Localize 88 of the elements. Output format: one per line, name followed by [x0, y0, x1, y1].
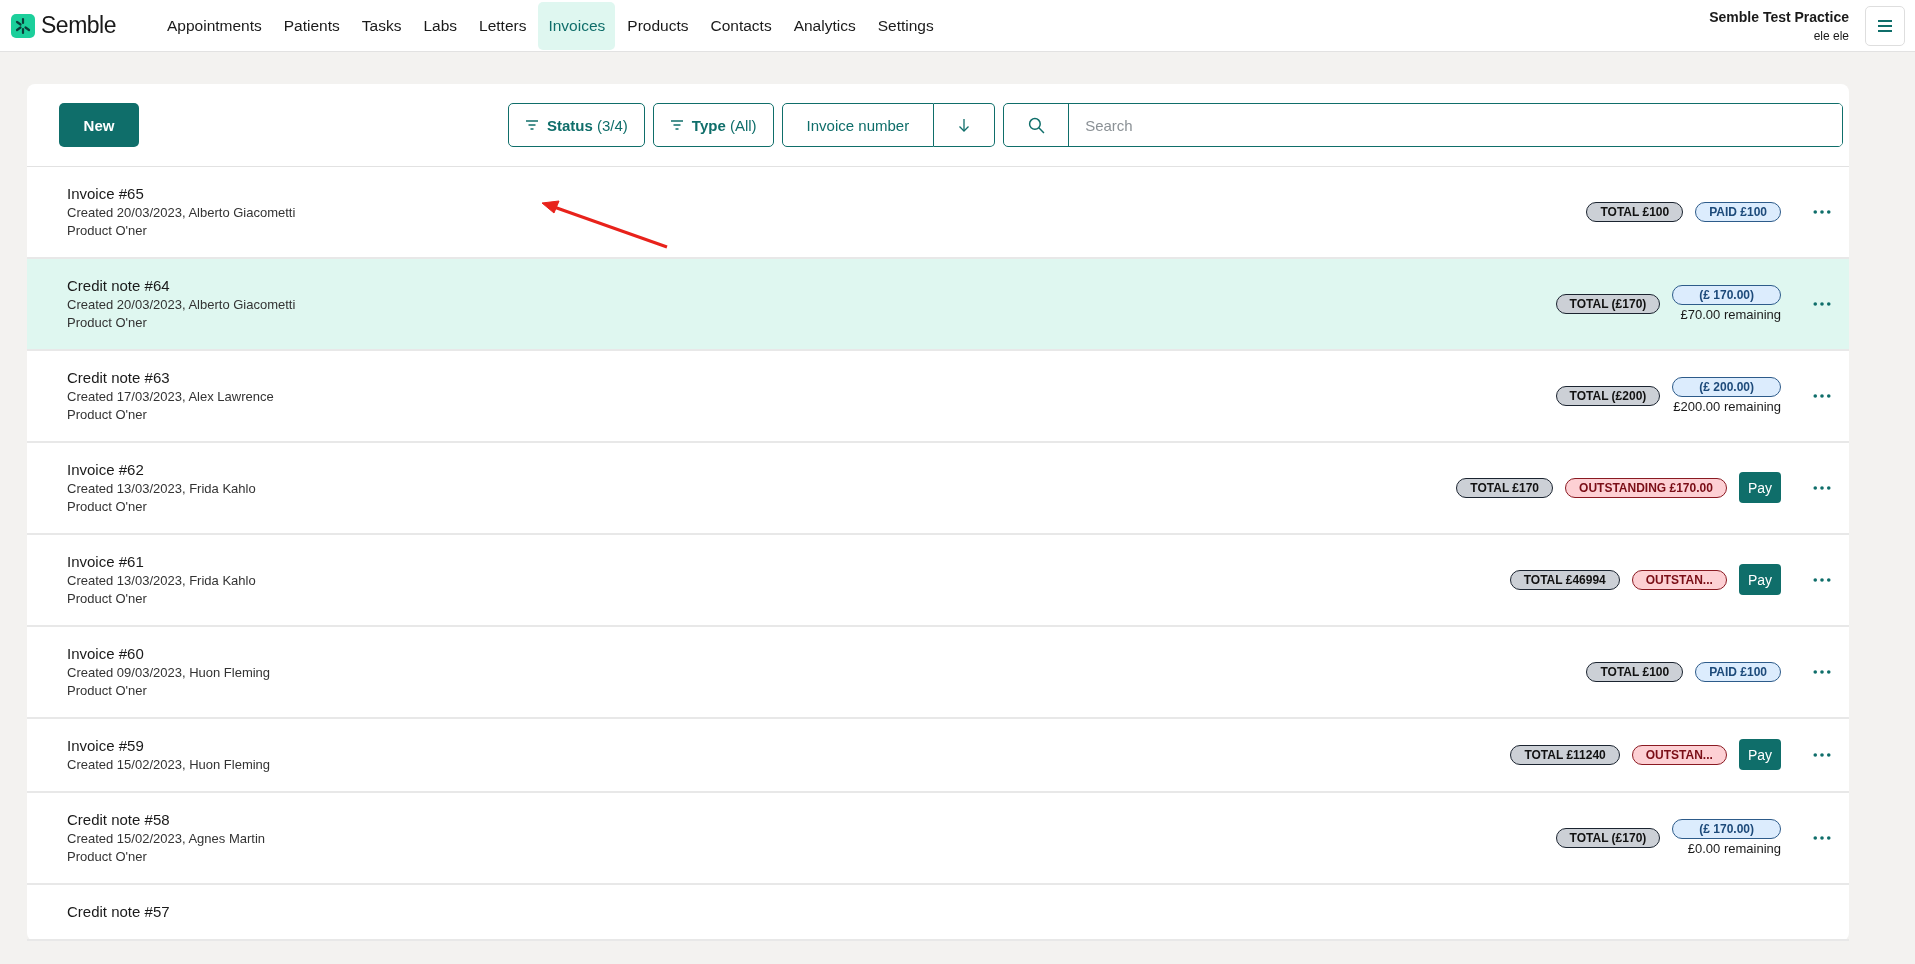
- paid-badge: PAID £100: [1695, 201, 1781, 222]
- invoice-row[interactable]: Invoice #60 Created 09/03/2023, Huon Fleming Product O'ner TOTAL £100 PAID £100: [27, 627, 1849, 719]
- outstanding-badge: OUTSTAN...: [1631, 744, 1727, 765]
- nav-tab[interactable]: Products: [617, 1, 699, 50]
- product-name: Product O'ner: [67, 683, 148, 698]
- total-badge: TOTAL £11240: [1510, 744, 1620, 765]
- invoice-title: Invoice #61: [67, 553, 145, 570]
- nav-tab[interactable]: Settings: [867, 1, 944, 50]
- invoice-row[interactable]: Credit note #63 Created 17/03/2023, Alex Lawrence Product O'ner TOTAL (£200) (£ 200.00) £200.00 remaining: [27, 351, 1849, 443]
- total-badge: TOTAL (£200): [1555, 385, 1661, 406]
- nav-tab[interactable]: Invoices: [538, 1, 616, 50]
- filter-icon: [525, 119, 539, 131]
- more-icon: [1813, 393, 1831, 398]
- created-info: Created 13/03/2023, Frida Kahlo: [67, 481, 256, 496]
- invoice-title: Invoice #60: [67, 645, 145, 662]
- more-icon: [1813, 209, 1831, 214]
- invoice-title: Credit note #58: [67, 811, 171, 828]
- created-info: Created 13/03/2023, Frida Kahlo: [67, 573, 256, 588]
- credit-badge: (£ 200.00): [1672, 377, 1781, 397]
- invoice-row[interactable]: Credit note #64 Created 20/03/2023, Alberto Giacometti Product O'ner TOTAL (£170) (£ 170.00) £70.00 remaining: [27, 259, 1849, 351]
- invoice-title: Credit note #63: [67, 369, 171, 386]
- new-button[interactable]: New: [59, 103, 139, 147]
- created-info: Created 17/03/2023, Alex Lawrence: [67, 389, 274, 404]
- total-badge: TOTAL £100: [1586, 201, 1684, 222]
- total-badge: TOTAL £46994: [1509, 569, 1620, 590]
- invoice-row[interactable]: Invoice #59 Created 15/02/2023, Huon Fleming TOTAL £11240 OUTSTAN... Pay: [27, 719, 1849, 793]
- created-info: Created 20/03/2023, Alberto Giacometti: [67, 205, 296, 220]
- outstanding-badge: OUTSTAN...: [1631, 569, 1727, 590]
- invoice-title: Credit note #64: [67, 277, 171, 294]
- logo-icon: [11, 13, 35, 38]
- practice-name: Semble Test Practice: [1709, 8, 1849, 25]
- invoice-row[interactable]: Credit note #58 Created 15/02/2023, Agnes Martin Product O'ner TOTAL (£170) (£ 170.00) £0.00 remaining: [27, 793, 1849, 885]
- pay-button[interactable]: Pay: [1738, 472, 1781, 503]
- filter-icon: [669, 119, 684, 131]
- invoice-title: Invoice #59: [67, 737, 145, 754]
- brand-name: Semble: [41, 12, 116, 39]
- more-icon: [1813, 485, 1831, 490]
- invoice-row[interactable]: Invoice #61 Created 13/03/2023, Frida Kahlo Product O'ner TOTAL £46994 OUTSTAN... Pay: [27, 535, 1849, 627]
- product-name: Product O'ner: [67, 591, 148, 606]
- nav-tab[interactable]: Contacts: [700, 1, 782, 50]
- invoice-title: Invoice #65: [67, 185, 145, 202]
- nav-tab[interactable]: Patients: [273, 1, 350, 50]
- menu-icon: [1877, 18, 1893, 33]
- nav-tab[interactable]: Analytics: [783, 1, 866, 50]
- more-icon: [1813, 835, 1831, 840]
- filter-button[interactable]: Type (All): [652, 103, 774, 147]
- nav-tab[interactable]: Tasks: [351, 1, 412, 50]
- product-name: Product O'ner: [67, 223, 148, 238]
- remaining-amount: £0.00 remaining: [1687, 841, 1781, 856]
- nav-tab[interactable]: Letters: [469, 1, 537, 50]
- search-icon: [1027, 116, 1045, 134]
- product-name: Product O'ner: [67, 315, 148, 330]
- more-icon: [1813, 752, 1831, 757]
- arrow-down-icon: [958, 118, 971, 132]
- paid-badge: PAID £100: [1695, 661, 1781, 682]
- created-info: Created 15/02/2023, Huon Fleming: [67, 757, 271, 772]
- pay-button[interactable]: Pay: [1738, 739, 1781, 770]
- more-icon: [1813, 301, 1831, 306]
- invoice-title: Credit note #57: [67, 903, 170, 920]
- credit-badge: (£ 170.00): [1672, 285, 1781, 305]
- product-name: Product O'ner: [67, 407, 148, 422]
- remaining-amount: £200.00 remaining: [1673, 399, 1781, 414]
- outstanding-badge: OUTSTANDING £170.00: [1565, 477, 1727, 498]
- invoice-row[interactable]: Credit note #57: [27, 885, 1849, 941]
- sort-dropdown[interactable]: Invoice number: [781, 103, 935, 147]
- pay-button[interactable]: Pay: [1738, 564, 1781, 595]
- created-info: Created 09/03/2023, Huon Fleming: [67, 665, 271, 680]
- total-badge: TOTAL (£170): [1555, 293, 1661, 314]
- filter-button[interactable]: Status (3/4): [508, 103, 645, 147]
- invoice-row[interactable]: Invoice #62 Created 13/03/2023, Frida Kahlo Product O'ner TOTAL £170 OUTSTANDING £170.00 Pay: [27, 443, 1849, 535]
- created-info: Created 20/03/2023, Alberto Giacometti: [67, 297, 296, 312]
- more-icon: [1813, 669, 1831, 674]
- credit-badge: (£ 170.00): [1672, 819, 1781, 839]
- invoice-title: Invoice #62: [67, 461, 145, 478]
- total-badge: TOTAL £170: [1456, 477, 1554, 498]
- search-field[interactable]: Search: [1003, 103, 1843, 147]
- product-name: Product O'ner: [67, 849, 148, 864]
- product-name: Product O'ner: [67, 499, 148, 514]
- total-badge: TOTAL £100: [1586, 661, 1684, 682]
- total-badge: TOTAL (£170): [1555, 827, 1661, 848]
- created-info: Created 15/02/2023, Agnes Martin: [67, 831, 266, 846]
- remaining-amount: £70.00 remaining: [1680, 307, 1781, 322]
- nav-tab[interactable]: Labs: [413, 1, 468, 50]
- menu-button[interactable]: [1865, 5, 1905, 46]
- more-icon: [1813, 577, 1831, 582]
- sort-direction-button[interactable]: [934, 103, 996, 147]
- nav-tab[interactable]: Appointments: [157, 1, 272, 50]
- user-name: ele ele: [1813, 28, 1849, 43]
